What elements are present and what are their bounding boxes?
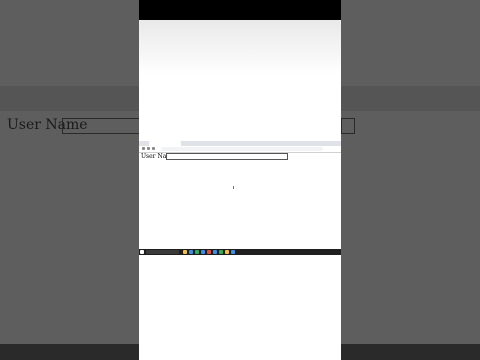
- background-left-blur: User Name: [0, 0, 139, 360]
- video-frame: User Name: [139, 0, 341, 360]
- background-browser-chrome: [0, 86, 139, 111]
- app-icon[interactable]: [195, 250, 199, 254]
- background-user-name-input: [341, 118, 355, 134]
- mouse-cursor: [233, 186, 234, 189]
- user-name-input[interactable]: [166, 153, 288, 160]
- back-icon[interactable]: [142, 147, 145, 150]
- taskbar-search[interactable]: [146, 250, 179, 254]
- app-icon[interactable]: [213, 250, 217, 254]
- app-icon[interactable]: [225, 250, 229, 254]
- forward-icon[interactable]: [147, 147, 150, 150]
- browser-window: User Name: [139, 141, 341, 249]
- app-icon[interactable]: [189, 250, 193, 254]
- top-gradient: [139, 20, 341, 75]
- taskbar: [139, 249, 341, 255]
- folder-icon[interactable]: [183, 250, 187, 254]
- reload-icon[interactable]: [152, 147, 155, 150]
- background-right-blur: [341, 0, 480, 360]
- app-icon[interactable]: [219, 250, 223, 254]
- background-user-name-input: [62, 118, 139, 134]
- background-browser-chrome: [341, 86, 480, 111]
- background-taskbar: [0, 344, 139, 360]
- app-icon[interactable]: [231, 250, 235, 254]
- app-icon[interactable]: [207, 250, 211, 254]
- top-letterbox: [139, 0, 341, 20]
- app-icon[interactable]: [201, 250, 205, 254]
- address-bar: [139, 146, 341, 153]
- start-icon[interactable]: [140, 250, 144, 254]
- url-field[interactable]: [161, 147, 323, 151]
- background-taskbar: [341, 344, 480, 360]
